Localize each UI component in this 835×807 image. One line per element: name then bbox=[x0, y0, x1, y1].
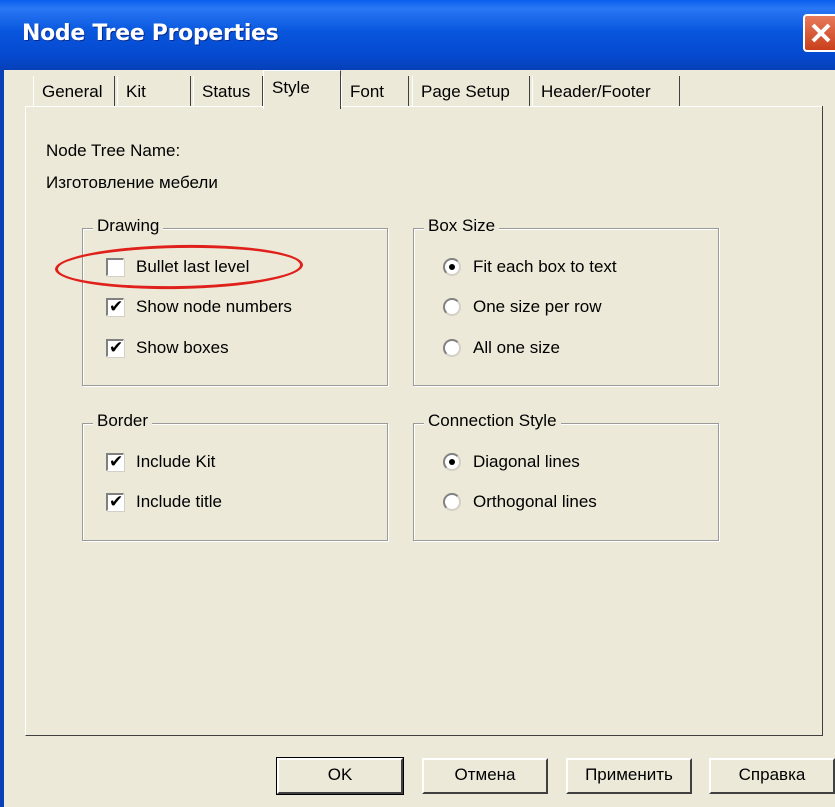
help-button[interactable]: Справка bbox=[709, 758, 835, 794]
checkbox-label: Show node numbers bbox=[136, 297, 292, 316]
tab-label: Kit bbox=[126, 82, 146, 101]
tab-header-footer[interactable]: Header/Footer bbox=[532, 76, 680, 106]
window-frame-left bbox=[0, 70, 4, 807]
tab-label: Style bbox=[272, 78, 310, 97]
checkbox-label: Show boxes bbox=[136, 338, 229, 357]
radio-circle bbox=[443, 339, 461, 357]
radio-label: One size per row bbox=[473, 297, 602, 316]
radio-circle bbox=[443, 453, 461, 471]
tab-style[interactable]: Style bbox=[263, 70, 341, 109]
check-icon: ✔ bbox=[109, 452, 124, 472]
radio-label: All one size bbox=[473, 338, 560, 357]
tab-general[interactable]: General bbox=[33, 76, 115, 106]
check-icon: ✔ bbox=[109, 297, 124, 317]
tree-name-value: Изготовление мебели bbox=[46, 173, 218, 192]
checkbox-label: Include Kit bbox=[136, 452, 216, 471]
radio-label: Fit each box to text bbox=[473, 257, 617, 276]
tab-label: Status bbox=[202, 82, 251, 101]
cancel-button[interactable]: Отмена bbox=[422, 758, 548, 794]
apply-button[interactable]: Применить bbox=[566, 758, 692, 794]
ok-button[interactable]: OK bbox=[276, 757, 404, 795]
border-group: Border bbox=[82, 411, 388, 541]
tab-page-setup[interactable]: Page Setup bbox=[412, 76, 530, 106]
radio-label: Orthogonal lines bbox=[473, 492, 597, 511]
title-bar: Node Tree Properties bbox=[0, 0, 835, 70]
radio-circle bbox=[443, 258, 461, 276]
tab-label: Header/Footer bbox=[541, 82, 651, 101]
connection-style-group: Connection Style bbox=[413, 411, 719, 541]
tab-label: Page Setup bbox=[421, 82, 510, 101]
border-legend: Border bbox=[93, 411, 153, 431]
checkbox-box: ✔ bbox=[106, 452, 124, 472]
checkbox-box: ✔ bbox=[106, 338, 124, 358]
drawing-legend: Drawing bbox=[93, 216, 164, 236]
radio-circle bbox=[443, 493, 461, 511]
box-size-legend: Box Size bbox=[424, 216, 500, 236]
radio-label: Diagonal lines bbox=[473, 452, 580, 471]
tab-font[interactable]: Font bbox=[341, 76, 409, 106]
connection-style-legend: Connection Style bbox=[424, 411, 561, 431]
tab-label: General bbox=[42, 82, 103, 101]
tree-name-label: Node Tree Name: bbox=[46, 141, 181, 160]
window-title: Node Tree Properties bbox=[22, 21, 279, 46]
close-button[interactable] bbox=[803, 14, 835, 52]
tab-label: Font bbox=[350, 82, 385, 101]
checkbox-box: ✔ bbox=[106, 297, 124, 317]
tab-status[interactable]: Status bbox=[193, 76, 263, 106]
radio-dot bbox=[449, 459, 455, 465]
check-icon: ✔ bbox=[109, 338, 124, 358]
radio-circle bbox=[443, 298, 461, 316]
radio-dot bbox=[449, 264, 455, 270]
checkbox-box: ✔ bbox=[106, 492, 124, 512]
close-icon bbox=[811, 23, 831, 43]
check-icon: ✔ bbox=[109, 492, 124, 512]
checkbox-label: Include title bbox=[136, 492, 222, 511]
tab-kit[interactable]: Kit bbox=[117, 76, 191, 106]
